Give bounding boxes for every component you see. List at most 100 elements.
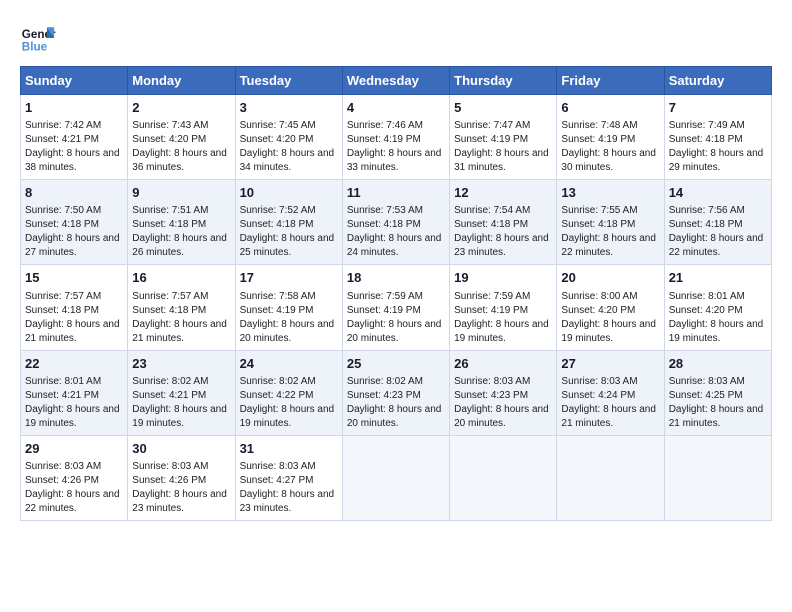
daylight-label: Daylight: 8 hours and 22 minutes. — [561, 233, 656, 258]
sunset-label: Sunset: 4:20 PM — [132, 134, 206, 145]
daylight-label: Daylight: 8 hours and 19 minutes. — [561, 319, 656, 344]
day-cell: 21Sunrise: 8:01 AMSunset: 4:20 PMDayligh… — [664, 265, 771, 350]
daylight-label: Daylight: 8 hours and 29 minutes. — [669, 148, 764, 173]
day-number: 1 — [25, 99, 123, 117]
sunrise-label: Sunrise: 7:59 AM — [347, 291, 423, 302]
day-number: 16 — [132, 269, 230, 287]
sunset-label: Sunset: 4:23 PM — [347, 390, 421, 401]
daylight-label: Daylight: 8 hours and 20 minutes. — [347, 404, 442, 429]
sunrise-label: Sunrise: 7:47 AM — [454, 120, 530, 131]
daylight-label: Daylight: 8 hours and 19 minutes. — [132, 404, 227, 429]
sunset-label: Sunset: 4:18 PM — [132, 305, 206, 316]
header-row: SundayMondayTuesdayWednesdayThursdayFrid… — [21, 67, 772, 95]
sunrise-label: Sunrise: 8:01 AM — [25, 376, 101, 387]
sunrise-label: Sunrise: 7:49 AM — [669, 120, 745, 131]
sunrise-label: Sunrise: 7:55 AM — [561, 205, 637, 216]
sunset-label: Sunset: 4:21 PM — [132, 390, 206, 401]
day-number: 14 — [669, 184, 767, 202]
header-cell-monday: Monday — [128, 67, 235, 95]
day-cell: 12Sunrise: 7:54 AMSunset: 4:18 PMDayligh… — [450, 180, 557, 265]
daylight-label: Daylight: 8 hours and 21 minutes. — [561, 404, 656, 429]
sunrise-label: Sunrise: 7:50 AM — [25, 205, 101, 216]
logo-icon: General Blue — [20, 20, 56, 56]
sunrise-label: Sunrise: 8:00 AM — [561, 291, 637, 302]
daylight-label: Daylight: 8 hours and 19 minutes. — [454, 319, 549, 344]
day-cell: 3Sunrise: 7:45 AMSunset: 4:20 PMDaylight… — [235, 95, 342, 180]
day-cell — [557, 435, 664, 520]
day-number: 8 — [25, 184, 123, 202]
day-number: 3 — [240, 99, 338, 117]
day-number: 12 — [454, 184, 552, 202]
daylight-label: Daylight: 8 hours and 36 minutes. — [132, 148, 227, 173]
daylight-label: Daylight: 8 hours and 25 minutes. — [240, 233, 335, 258]
day-cell: 5Sunrise: 7:47 AMSunset: 4:19 PMDaylight… — [450, 95, 557, 180]
day-number: 28 — [669, 355, 767, 373]
sunset-label: Sunset: 4:19 PM — [240, 305, 314, 316]
day-cell — [342, 435, 449, 520]
sunset-label: Sunset: 4:18 PM — [240, 219, 314, 230]
daylight-label: Daylight: 8 hours and 23 minutes. — [454, 233, 549, 258]
day-cell: 8 Sunrise: 7:50 AM Sunset: 4:18 PM Daylight… — [21, 180, 128, 265]
day-number: 2 — [132, 99, 230, 117]
day-number: 5 — [454, 99, 552, 117]
day-number: 15 — [25, 269, 123, 287]
sunrise-label: Sunrise: 7:52 AM — [240, 205, 316, 216]
sunset-label: Sunset: 4:19 PM — [561, 134, 635, 145]
day-cell — [450, 435, 557, 520]
day-cell: 30Sunrise: 8:03 AMSunset: 4:26 PMDayligh… — [128, 435, 235, 520]
day-number: 23 — [132, 355, 230, 373]
sunrise-label: Sunrise: 7:56 AM — [669, 205, 745, 216]
sunrise-label: Sunrise: 7:46 AM — [347, 120, 423, 131]
daylight-label: Daylight: 8 hours and 27 minutes. — [25, 233, 120, 258]
sunset-label: Sunset: 4:18 PM — [25, 219, 99, 230]
day-number: 10 — [240, 184, 338, 202]
sunset-label: Sunset: 4:21 PM — [25, 390, 99, 401]
daylight-label: Daylight: 8 hours and 38 minutes. — [25, 148, 120, 173]
sunset-label: Sunset: 4:26 PM — [132, 475, 206, 486]
sunset-label: Sunset: 4:18 PM — [25, 305, 99, 316]
header-cell-sunday: Sunday — [21, 67, 128, 95]
daylight-label: Daylight: 8 hours and 21 minutes. — [669, 404, 764, 429]
daylight-label: Daylight: 8 hours and 34 minutes. — [240, 148, 335, 173]
sunrise-label: Sunrise: 7:59 AM — [454, 291, 530, 302]
day-cell: 9Sunrise: 7:51 AMSunset: 4:18 PMDaylight… — [128, 180, 235, 265]
sunset-label: Sunset: 4:26 PM — [25, 475, 99, 486]
daylight-label: Daylight: 8 hours and 31 minutes. — [454, 148, 549, 173]
svg-text:Blue: Blue — [22, 41, 48, 54]
sunrise-label: Sunrise: 7:42 AM — [25, 120, 101, 131]
sunset-label: Sunset: 4:19 PM — [347, 305, 421, 316]
daylight-label: Daylight: 8 hours and 21 minutes. — [132, 319, 227, 344]
day-cell: 13Sunrise: 7:55 AMSunset: 4:18 PMDayligh… — [557, 180, 664, 265]
calendar-table: SundayMondayTuesdayWednesdayThursdayFrid… — [20, 66, 772, 521]
day-number: 9 — [132, 184, 230, 202]
sunset-label: Sunset: 4:20 PM — [561, 305, 635, 316]
sunrise-label: Sunrise: 7:57 AM — [132, 291, 208, 302]
header-cell-thursday: Thursday — [450, 67, 557, 95]
sunset-label: Sunset: 4:21 PM — [25, 134, 99, 145]
sunset-label: Sunset: 4:23 PM — [454, 390, 528, 401]
sunrise-label: Sunrise: 7:43 AM — [132, 120, 208, 131]
day-cell: 28Sunrise: 8:03 AMSunset: 4:25 PMDayligh… — [664, 350, 771, 435]
day-number: 25 — [347, 355, 445, 373]
day-number: 26 — [454, 355, 552, 373]
sunrise-label: Sunrise: 7:54 AM — [454, 205, 530, 216]
header-cell-saturday: Saturday — [664, 67, 771, 95]
day-cell: 1 Sunrise: 7:42 AM Sunset: 4:21 PM Daylight… — [21, 95, 128, 180]
header-cell-wednesday: Wednesday — [342, 67, 449, 95]
day-cell: 11Sunrise: 7:53 AMSunset: 4:18 PMDayligh… — [342, 180, 449, 265]
day-cell: 6Sunrise: 7:48 AMSunset: 4:19 PMDaylight… — [557, 95, 664, 180]
week-row-3: 15 Sunrise: 7:57 AM Sunset: 4:18 PM Dayligh… — [21, 265, 772, 350]
sunset-label: Sunset: 4:18 PM — [669, 219, 743, 230]
day-number: 31 — [240, 440, 338, 458]
logo: General Blue — [20, 20, 56, 56]
day-number: 20 — [561, 269, 659, 287]
day-number: 6 — [561, 99, 659, 117]
sunrise-label: Sunrise: 8:03 AM — [561, 376, 637, 387]
sunset-label: Sunset: 4:25 PM — [669, 390, 743, 401]
daylight-label: Daylight: 8 hours and 24 minutes. — [347, 233, 442, 258]
sunrise-label: Sunrise: 8:03 AM — [25, 461, 101, 472]
sunset-label: Sunset: 4:18 PM — [347, 219, 421, 230]
sunrise-label: Sunrise: 7:45 AM — [240, 120, 316, 131]
sunset-label: Sunset: 4:22 PM — [240, 390, 314, 401]
day-number: 18 — [347, 269, 445, 287]
